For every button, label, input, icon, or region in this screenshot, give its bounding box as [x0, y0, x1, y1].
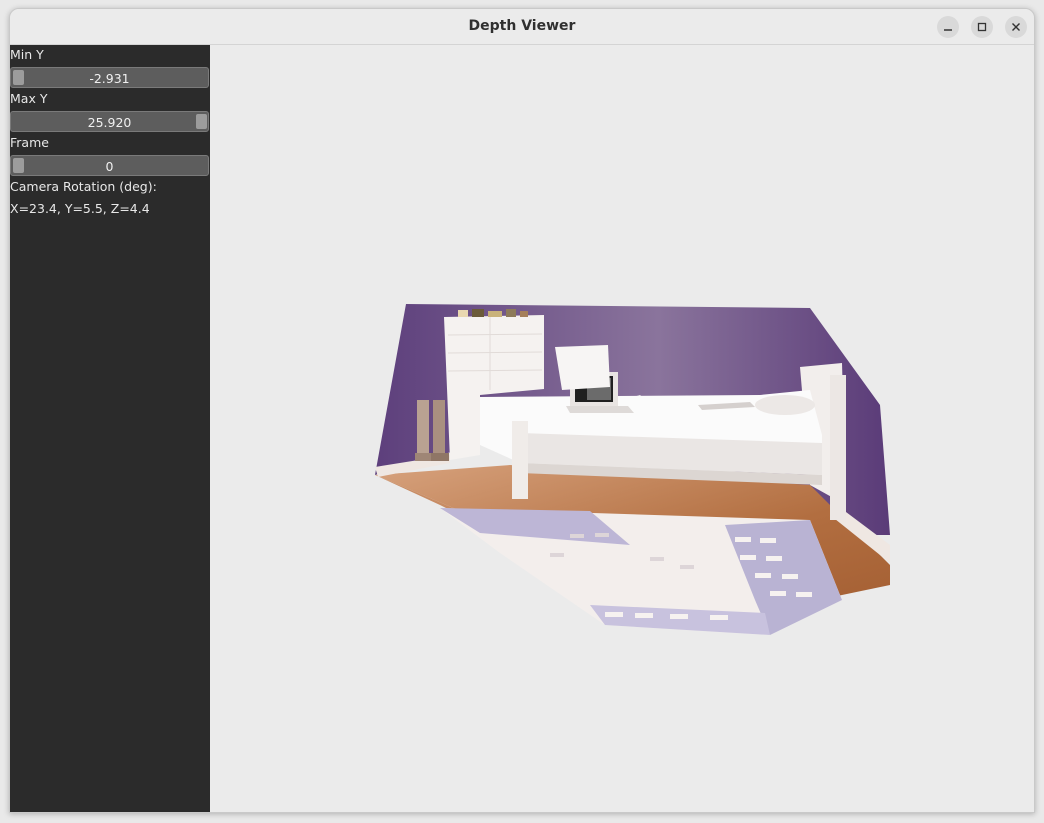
max-y-label: Max Y [10, 91, 48, 106]
app-window: Depth Viewer Min Y -2.931 Max Y 25.920 F… [9, 8, 1035, 813]
max-y-value: 25.920 [87, 115, 132, 130]
maximize-button[interactable] [971, 16, 993, 38]
bedpost-front [512, 421, 528, 499]
bedpost-right [830, 375, 846, 520]
pillow [755, 395, 815, 415]
minimize-icon [944, 29, 952, 31]
control-panel: Min Y -2.931 Max Y 25.920 Frame 0 Camera… [10, 45, 210, 812]
camera-rotation-label: Camera Rotation (deg): [10, 179, 157, 194]
3d-viewport[interactable] [210, 45, 1034, 812]
window-title: Depth Viewer [468, 18, 576, 34]
frame-label: Frame [10, 135, 49, 150]
close-button[interactable] [1005, 16, 1027, 38]
point-cloud-render [375, 304, 890, 635]
camera-rotation-value: X=23.4, Y=5.5, Z=4.4 [10, 201, 150, 216]
title-bar: Depth Viewer [10, 9, 1034, 45]
minimize-button[interactable] [937, 16, 959, 38]
min-y-value: -2.931 [89, 71, 130, 86]
min-y-slider[interactable]: -2.931 [10, 67, 209, 88]
close-icon [1012, 23, 1020, 31]
max-y-slider[interactable]: 25.920 [10, 111, 209, 132]
min-y-label: Min Y [10, 47, 44, 62]
bed-headboard-left [555, 345, 610, 390]
maximize-icon [977, 22, 987, 32]
frame-slider[interactable]: 0 [10, 155, 209, 176]
frame-value: 0 [105, 159, 114, 174]
